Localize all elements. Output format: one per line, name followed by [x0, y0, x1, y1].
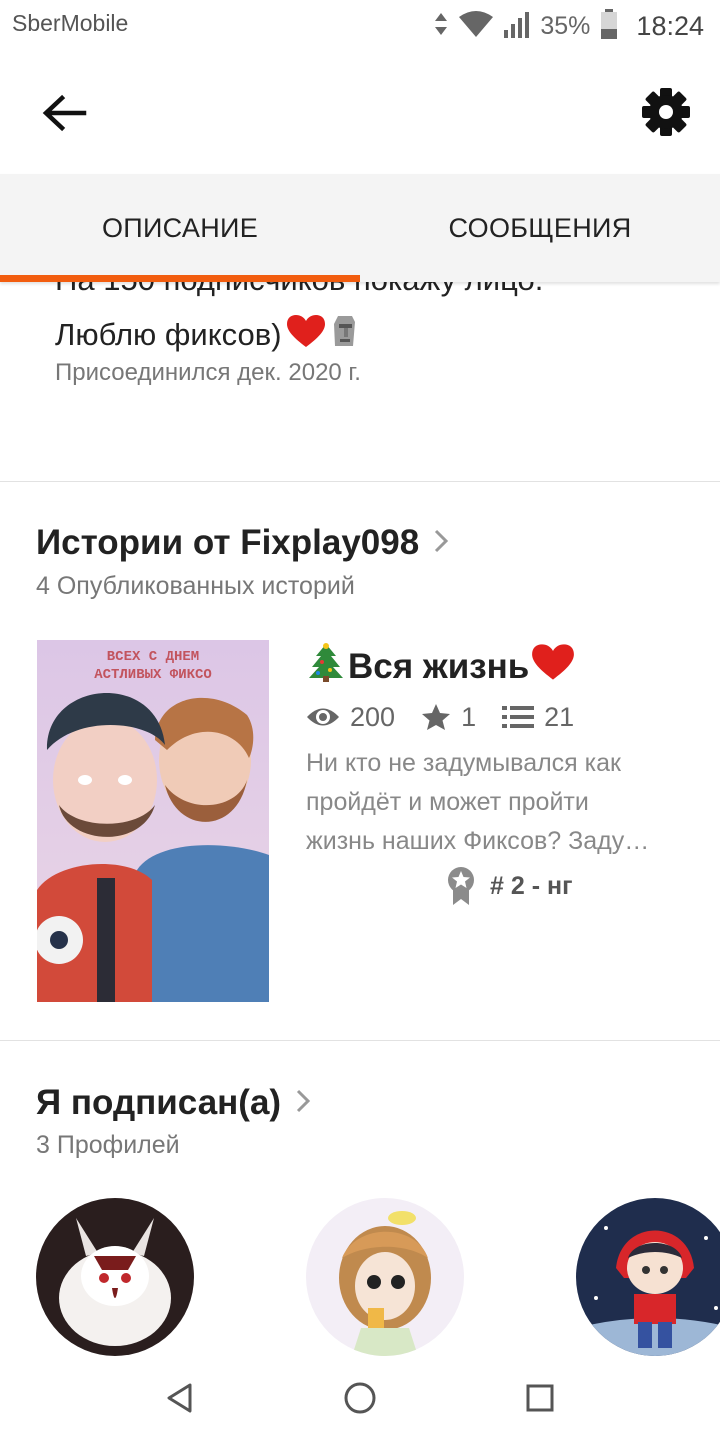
tab-messages[interactable]: СООБЩЕНИЯ: [360, 174, 720, 282]
bio-text: Люблю фиксов): [55, 317, 282, 352]
parts-count: 21: [544, 701, 575, 732]
story-rank[interactable]: # 2 - нг: [446, 866, 572, 906]
story-stats: 200 1 21: [306, 698, 600, 736]
red-heart-icon: [531, 643, 575, 690]
views-stat: 200: [306, 702, 395, 733]
moai-icon: [330, 314, 358, 356]
status-bar: SberMobile 35% 18:24: [0, 0, 720, 52]
following-count: 3 Профилей: [36, 1131, 180, 1159]
red-heart-icon: [286, 314, 326, 356]
back-button[interactable]: [36, 88, 92, 138]
arrow-left-icon: [42, 94, 87, 132]
story-description-line: жизнь наших Фиксов? Заду…: [306, 827, 650, 855]
settings-button[interactable]: [636, 82, 696, 142]
status-icons: 35% 18:24: [434, 6, 704, 46]
christmas-tree-icon: [306, 642, 346, 691]
recents-square-icon: [526, 1384, 554, 1412]
following-section-header[interactable]: Я подписан(а): [36, 1083, 311, 1123]
carrier-name: SberMobile: [12, 10, 129, 36]
wifi-icon: [458, 10, 494, 43]
data-arrows-icon: [434, 11, 448, 42]
bio-text-line-2: Люблю фиксов): [55, 314, 358, 356]
battery-percent: 35%: [540, 11, 591, 40]
eye-icon: [307, 708, 339, 726]
story-description-line: Ни кто не задумывался как: [306, 749, 621, 777]
joined-date: Присоединился дек. 2020 г.: [55, 359, 361, 386]
tab-description[interactable]: ОПИСАНИЕ: [0, 174, 360, 282]
system-nav-bar: [0, 1356, 720, 1440]
section-divider: [0, 1040, 720, 1041]
clock: 18:24: [636, 10, 704, 41]
nav-back-button[interactable]: [150, 1370, 210, 1426]
views-count: 200: [350, 701, 396, 732]
votes-stat: 1: [421, 702, 476, 733]
active-tab-indicator: [0, 275, 360, 282]
rank-text: # 2 - нг: [490, 871, 573, 900]
list-icon: [502, 706, 535, 728]
votes-count: 1: [461, 701, 477, 732]
section-divider: [0, 481, 720, 482]
story-description[interactable]: Ни кто не задумывался как пройдёт и може…: [306, 744, 712, 861]
parts-stat: 21: [502, 702, 574, 733]
story-cover-image[interactable]: ВСЕХ С ДНЕМ АСТЛИВЫХ ФИКСО: [37, 640, 269, 1002]
cover-text-line-1: ВСЕХ С ДНЕМ: [107, 649, 199, 665]
gear-icon: [642, 88, 690, 136]
signal-icon: [504, 10, 530, 43]
ribbon-badge-icon: [448, 867, 474, 905]
battery-icon: [600, 8, 618, 44]
chevron-right-icon: [295, 1083, 311, 1123]
story-title-text: Вся жизнь: [348, 646, 530, 686]
back-triangle-icon: [167, 1383, 192, 1413]
followed-profile-avatar[interactable]: [36, 1198, 194, 1356]
tab-bar: ОПИСАНИЕ СООБЩЕНИЯ: [0, 174, 720, 282]
stories-section-header[interactable]: Истории от Fixplay098: [36, 523, 449, 563]
nav-home-button[interactable]: [330, 1370, 390, 1426]
followed-profile-avatar[interactable]: [576, 1198, 720, 1356]
story-title[interactable]: Вся жизнь: [306, 642, 575, 691]
followed-profile-avatar[interactable]: [306, 1198, 464, 1356]
stories-section-title: Истории от Fixplay098: [36, 523, 420, 562]
home-circle-icon: [344, 1382, 376, 1414]
cover-text-line-2: АСТЛИВЫХ ФИКСО: [94, 667, 212, 683]
nav-recents-button[interactable]: [510, 1370, 570, 1426]
chevron-right-icon: [433, 523, 449, 563]
story-description-line: пройдёт и может пройти: [306, 788, 589, 816]
star-icon: [422, 704, 451, 730]
following-section-title: Я подписан(а): [36, 1083, 282, 1122]
app-bar: [0, 52, 720, 174]
stories-count: 4 Опубликованных историй: [36, 572, 355, 600]
